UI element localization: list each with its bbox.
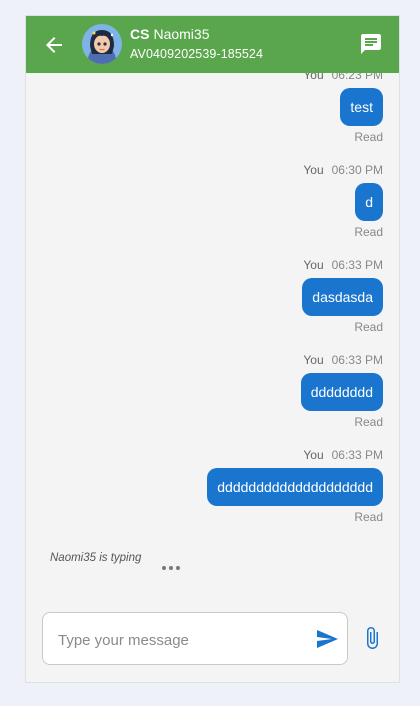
message-status: Read (354, 225, 383, 239)
typing-dots (162, 557, 183, 575)
message-time: 06:30 PM (331, 163, 383, 177)
message: You 06:30 PM d Read (303, 163, 383, 240)
notes-button[interactable] (359, 32, 383, 56)
message-composer[interactable] (42, 612, 348, 665)
back-button[interactable] (42, 33, 66, 57)
message-bubble[interactable]: test (340, 88, 383, 126)
message-sender: You (303, 73, 324, 82)
attach-button[interactable] (360, 626, 384, 650)
typing-indicator: Naomi35 is typing (50, 552, 142, 564)
message-bubble[interactable]: dddddddddddddddddddd (207, 468, 383, 506)
message-time: 06:23 PM (331, 73, 383, 82)
conversation-id: AV0409202539-185524 (130, 47, 264, 61)
message-meta: You 06:23 PM (303, 73, 383, 83)
message-input[interactable] (56, 627, 300, 653)
message-sender: You (303, 163, 324, 177)
message-status: Read (354, 320, 383, 334)
message-bubble[interactable]: d (355, 183, 383, 221)
message-time: 06:33 PM (331, 448, 383, 462)
message: You 06:23 PM test Read (303, 73, 383, 145)
message-bubble[interactable]: dddddddd (300, 373, 383, 411)
message-meta: You 06:30 PM (303, 163, 383, 178)
message-status: Read (354, 415, 383, 429)
message: You 06:33 PM dddddddddddddddddddd Read (207, 448, 383, 525)
send-button[interactable] (315, 627, 339, 651)
message-meta: You 06:33 PM (301, 353, 383, 368)
paperclip-icon (367, 627, 378, 649)
message-status: Read (354, 510, 383, 524)
arrow-left-icon (46, 37, 62, 53)
message-sender: You (303, 448, 324, 462)
avatar (82, 24, 122, 64)
message-status: Read (354, 130, 383, 144)
message-sender: You (303, 258, 324, 272)
message-time: 06:33 PM (331, 258, 383, 272)
message-square-icon (361, 34, 381, 54)
team-label: CS (130, 26, 150, 42)
message-list: You 06:23 PM test Read You 06:30 PM d Read… (26, 73, 399, 603)
message-meta: You 06:33 PM (207, 448, 383, 463)
chat-header: CS Naomi35 AV0409202539-185524 (26, 16, 399, 73)
message-meta: You 06:33 PM (302, 258, 383, 273)
send-icon (317, 630, 338, 648)
chat-window: CS Naomi35 AV0409202539-185524 You 06:23 P… (25, 15, 400, 683)
message-sender: You (303, 353, 324, 367)
message: You 06:33 PM dddddddd Read (300, 353, 383, 430)
contact-username: Naomi35 (153, 26, 210, 42)
message: You 06:33 PM dasdasda Read (302, 258, 383, 335)
message-bubble[interactable]: dasdasda (302, 278, 383, 316)
message-time: 06:33 PM (331, 353, 383, 367)
contact-name: CS Naomi35 (130, 26, 209, 42)
